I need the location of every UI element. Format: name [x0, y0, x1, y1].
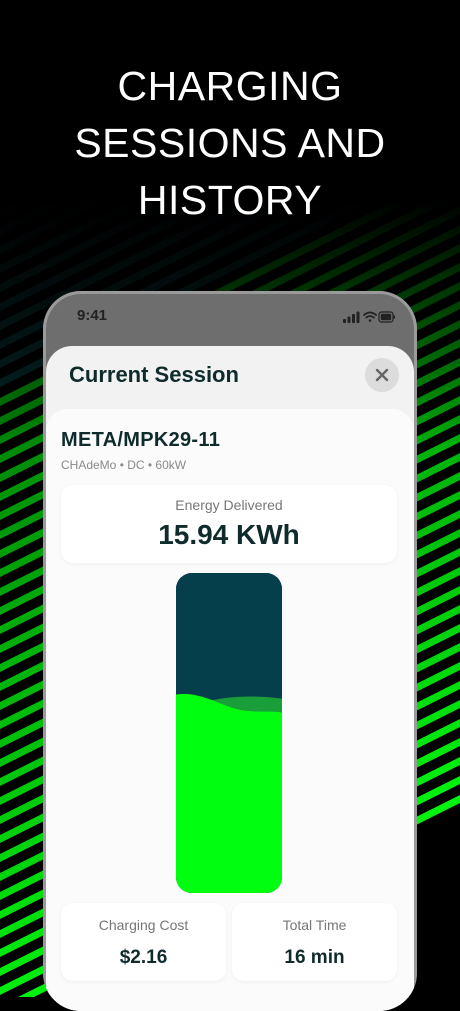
headline-line-3: HISTORY: [137, 177, 323, 223]
battery-icon: [378, 311, 395, 323]
total-time-value: 16 min: [284, 947, 345, 968]
energy-label: Energy Delivered: [175, 497, 283, 513]
session-card: META/MPK29-11 CHAdeMo • DC • 60kW Energy…: [46, 409, 414, 1011]
energy-value: 15.94 KWh: [158, 519, 300, 550]
charging-cost-value: $2.16: [119, 947, 168, 968]
gauge-fill-graphic: [176, 573, 282, 893]
close-icon: [375, 368, 389, 382]
total-time-label: Total Time: [282, 917, 347, 933]
close-button[interactable]: [365, 358, 399, 392]
status-time: 9:41: [77, 307, 108, 324]
session-sheet: Current Session META/MPK29-11 CHAdeMo • …: [46, 346, 414, 1011]
charging-cost-label: Charging Cost: [98, 917, 189, 933]
energy-delivered-card: Energy Delivered 15.94 KWh: [61, 485, 397, 563]
gauge-wave-front: [176, 694, 282, 893]
station-name: META/MPK29-11: [61, 429, 221, 451]
phone-mockup: 9:41 Current Session META/MPK29-11 CHAde…: [43, 291, 417, 1011]
sheet-title: Current Session: [69, 362, 239, 387]
status-bar: 9:41: [43, 291, 417, 341]
charging-cost-card: Charging Cost $2.16: [61, 903, 226, 981]
headline-line-2: SESSIONS AND: [74, 120, 386, 166]
status-icons: [343, 311, 395, 323]
charge-level-gauge: [176, 573, 282, 893]
station-meta: CHAdeMo • DC • 60kW: [61, 458, 187, 472]
total-time-card: Total Time 16 min: [232, 903, 397, 981]
signal-icon: [343, 311, 360, 323]
wifi-icon: [363, 311, 377, 322]
headline: CHARGING SESSIONS AND HISTORY: [0, 58, 460, 229]
headline-line-1: CHARGING: [117, 63, 343, 109]
